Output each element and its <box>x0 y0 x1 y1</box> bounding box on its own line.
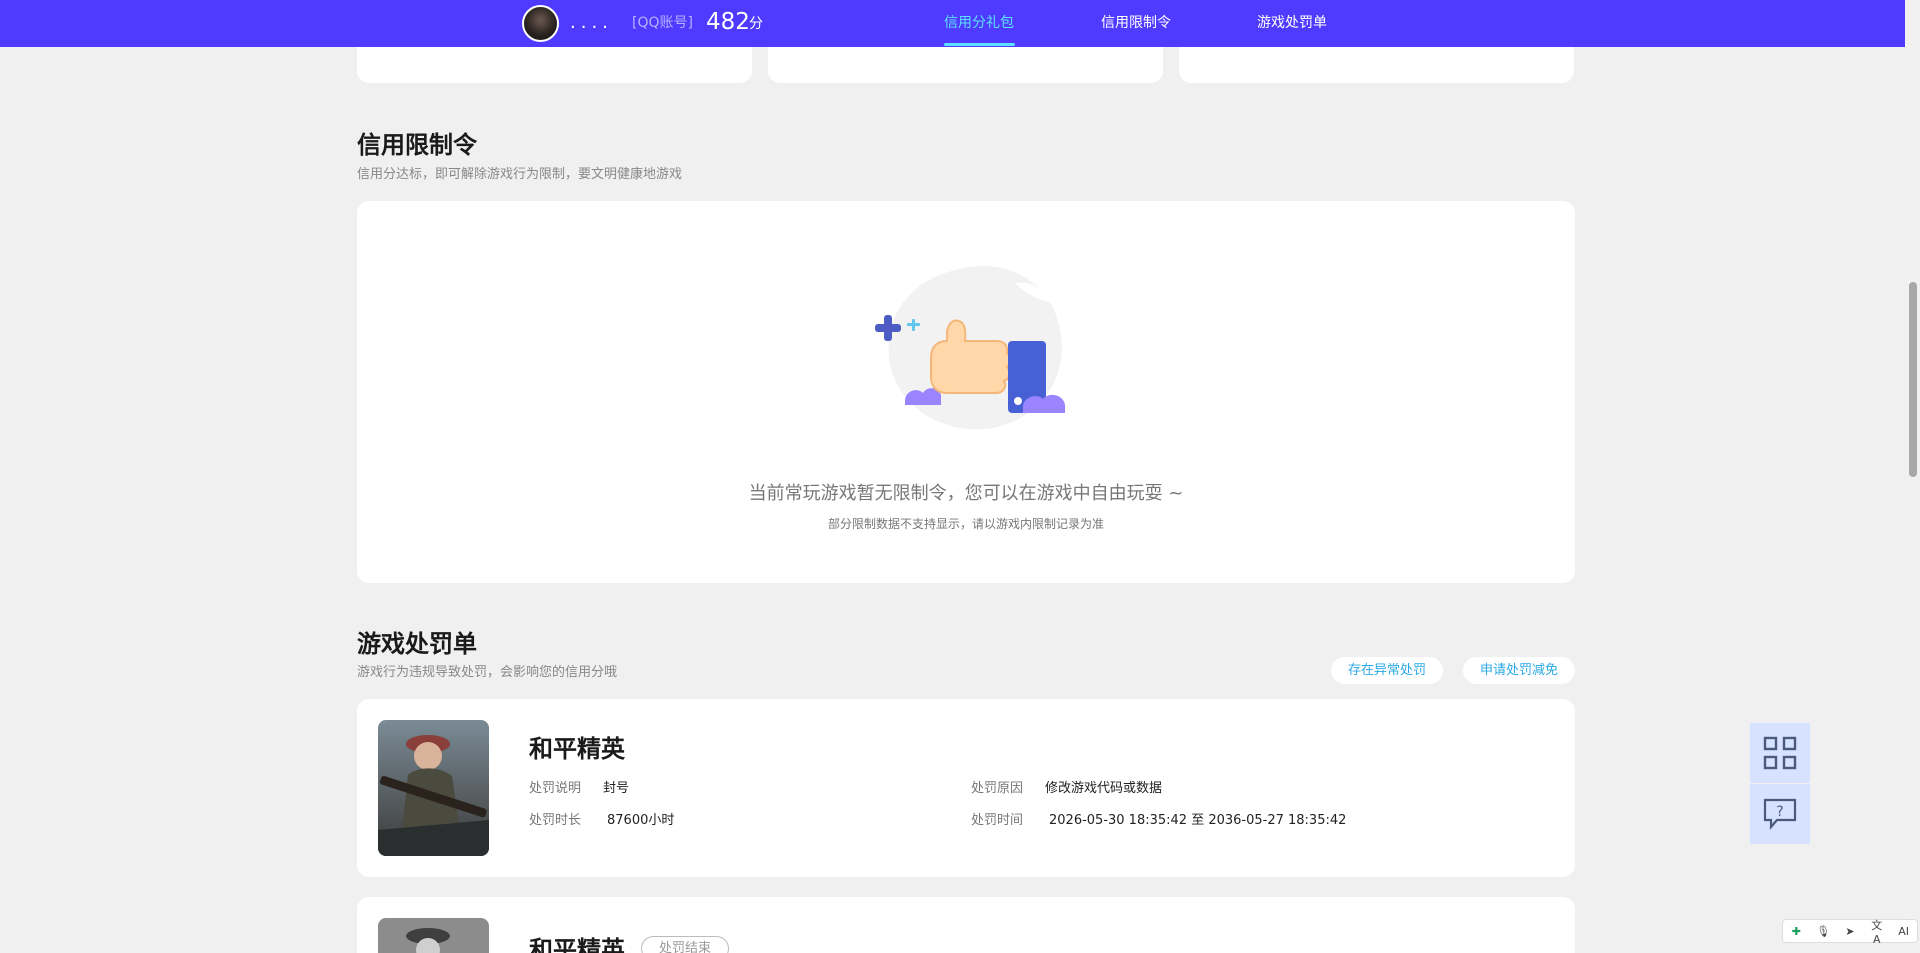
nav-tab-credit-gift[interactable]: 信用分礼包 <box>944 14 1014 32</box>
apply-penalty-reduction-button[interactable]: 申请处罚减免 <box>1463 657 1575 684</box>
qr-code-icon <box>1763 736 1797 770</box>
restriction-section-subtitle: 信用分达标，即可解除游戏行为限制，要文明健康地游戏 <box>357 167 683 182</box>
credit-score-unit: 分 <box>749 16 763 32</box>
svg-text:?: ? <box>1776 804 1783 820</box>
microphone-icon[interactable]: 🎙 <box>1814 925 1832 938</box>
send-icon[interactable]: ➤ <box>1841 925 1859 938</box>
restriction-empty-card: 当前常玩游戏暂无限制令，您可以在游戏中自由玩耍 ~ 部分限制数据不支持显示，请以… <box>357 201 1575 583</box>
qr-code-button[interactable] <box>1750 723 1810 783</box>
restriction-section-title: 信用限制令 <box>357 131 477 159</box>
extension-logo-icon[interactable]: ✚ <box>1787 925 1805 938</box>
soldier-artwork-grayscale-icon <box>378 918 489 953</box>
game-cover-image <box>378 720 489 856</box>
penalty-time-label: 处罚时间 <box>971 813 1024 828</box>
penalty-item[interactable]: 和平精英 处罚说明 封号 处罚原因 修改游戏代码或数据 处罚时长 87600小时… <box>357 699 1575 877</box>
game-cover-image <box>378 918 489 953</box>
report-abnormal-penalty-button[interactable]: 存在异常处罚 <box>1331 657 1443 684</box>
soldier-artwork-icon <box>378 720 489 856</box>
browser-mini-toolbar: ✚ 🎙 ➤ 文A AI <box>1782 917 1918 946</box>
penalty-desc-label: 处罚说明 <box>529 781 582 796</box>
help-feedback-button[interactable]: ? <box>1750 784 1810 844</box>
penalty-status-badge: 处罚结束 <box>641 936 729 953</box>
restriction-empty-message: 当前常玩游戏暂无限制令，您可以在游戏中自由玩耍 ~ <box>748 483 1184 504</box>
translate-icon[interactable]: 文A <box>1868 917 1886 946</box>
nav-tab-game-penalty[interactable]: 游戏处罚单 <box>1257 14 1327 32</box>
account-type-label: [QQ账号] <box>632 15 693 31</box>
penalty-section-subtitle: 游戏行为违规导致处罚，会影响您的信用分哦 <box>357 665 618 680</box>
user-nickname: .... <box>570 12 613 33</box>
user-avatar[interactable] <box>522 5 559 42</box>
nav-active-indicator <box>944 43 1015 46</box>
game-name: 和平精英 <box>529 936 625 953</box>
nav-tab-credit-restriction[interactable]: 信用限制令 <box>1101 14 1171 32</box>
help-chat-icon: ? <box>1763 798 1797 830</box>
thumbs-up-illustration-icon <box>875 265 1066 430</box>
ai-icon[interactable]: AI <box>1895 925 1913 938</box>
penalty-reason-label: 处罚原因 <box>971 781 1024 796</box>
credit-score: 482 <box>706 9 750 35</box>
penalty-section-title: 游戏处罚单 <box>357 630 477 658</box>
penalty-duration-value: 87600小时 <box>607 813 675 828</box>
penalty-reason-value: 修改游戏代码或数据 <box>1045 781 1163 796</box>
penalty-desc-value: 封号 <box>603 781 630 796</box>
top-navigation-bar: .... [QQ账号] 482 分 信用分礼包 信用限制令 游戏处罚单 <box>0 0 1905 47</box>
page-scrollbar-thumb[interactable] <box>1909 282 1917 477</box>
penalty-time-value: 2026-05-30 18:35:42 至 2036-05-27 18:35:4… <box>1049 813 1347 828</box>
game-name: 和平精英 <box>529 735 625 763</box>
penalty-duration-label: 处罚时长 <box>529 813 582 828</box>
restriction-empty-note: 部分限制数据不支持显示，请以游戏内限制记录为准 <box>827 517 1104 531</box>
